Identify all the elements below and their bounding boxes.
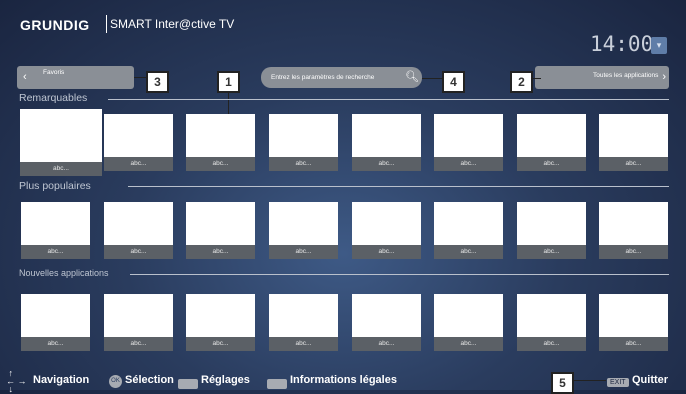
colored-key-icon xyxy=(178,375,198,393)
app-tile-caption: abc... xyxy=(517,337,586,351)
app-tile[interactable]: abc... xyxy=(434,202,503,259)
hint-settings: Réglages xyxy=(201,374,250,386)
app-tile-selected[interactable]: abc... xyxy=(20,109,102,176)
colored-key-icon xyxy=(267,375,287,393)
app-tile-caption: abc... xyxy=(599,157,668,171)
app-tile-caption: abc... xyxy=(434,157,503,171)
logo-divider xyxy=(106,15,107,33)
app-tile-caption: abc... xyxy=(21,337,90,351)
search-icon: 🔍︎ xyxy=(405,71,419,83)
exit-key-icon: EXIT xyxy=(607,374,629,392)
app-tile[interactable]: abc... xyxy=(21,202,90,259)
app-tile-caption: abc... xyxy=(269,157,338,171)
app-tile[interactable]: abc... xyxy=(186,202,255,259)
arrows-icon: ↑ ← → ↓ xyxy=(6,368,27,394)
app-tile-caption: abc... xyxy=(517,157,586,171)
app-tile-caption: abc... xyxy=(352,157,421,171)
callout-2: 2 xyxy=(510,71,533,93)
all-apps-button[interactable]: Toutes les applications › xyxy=(535,66,669,89)
app-tile-caption: abc... xyxy=(21,245,90,259)
app-tile[interactable]: abc... xyxy=(186,294,255,351)
app-tile-caption: abc... xyxy=(20,162,102,176)
app-tile-caption: abc... xyxy=(104,245,173,259)
search-placeholder: Entrez les paramètres de recherche xyxy=(271,74,375,81)
callout-line-4 xyxy=(422,78,442,79)
app-tile[interactable]: abc... xyxy=(104,294,173,351)
callout-3: 3 xyxy=(146,71,169,93)
section-divider xyxy=(128,186,669,187)
ok-button-icon: OK xyxy=(109,373,122,391)
app-title: SMART Inter@ctive TV xyxy=(110,17,235,31)
callout-line-5 xyxy=(574,380,606,381)
app-tile[interactable]: abc... xyxy=(269,294,338,351)
callout-1: 1 xyxy=(217,71,240,93)
search-input[interactable]: Entrez les paramètres de recherche 🔍︎ xyxy=(261,67,422,88)
chevron-left-icon: ‹ xyxy=(23,71,27,83)
app-tile-caption: abc... xyxy=(104,337,173,351)
app-tile[interactable]: abc... xyxy=(434,294,503,351)
app-tile[interactable]: abc... xyxy=(517,294,586,351)
app-tile-caption: abc... xyxy=(434,245,503,259)
app-tile-caption: abc... xyxy=(104,157,173,171)
app-tile-caption: abc... xyxy=(599,337,668,351)
callout-4: 4 xyxy=(442,71,465,93)
section-divider xyxy=(130,274,669,275)
app-tile-caption: abc... xyxy=(599,245,668,259)
app-tile[interactable]: abc... xyxy=(599,202,668,259)
section-title-featured: Remarquables xyxy=(19,92,88,104)
exit-key-label: EXIT xyxy=(607,378,629,388)
app-tile[interactable]: abc... xyxy=(104,202,173,259)
app-tile[interactable]: abc... xyxy=(269,202,338,259)
all-apps-label: Toutes les applications xyxy=(593,72,659,79)
hint-navigation: Navigation xyxy=(33,374,90,386)
ok-key-label: OK xyxy=(109,375,122,389)
app-tile-caption: abc... xyxy=(186,337,255,351)
callout-5: 5 xyxy=(551,372,574,394)
chevron-right-icon: › xyxy=(662,71,666,83)
app-tile[interactable]: abc... xyxy=(599,114,668,171)
clock: 14:00 xyxy=(590,32,654,56)
callout-line-3 xyxy=(134,77,146,78)
app-tile-caption: abc... xyxy=(186,157,255,171)
section-divider xyxy=(108,99,669,100)
app-tile[interactable]: abc... xyxy=(104,114,173,171)
app-tile[interactable]: abc... xyxy=(352,202,421,259)
callout-line-2 xyxy=(533,78,541,79)
hint-legal: Informations légales xyxy=(290,374,397,386)
app-tile-caption: abc... xyxy=(352,245,421,259)
grundig-logo: GRUNDIG xyxy=(20,17,90,33)
favorites-button[interactable]: ‹ Favoris xyxy=(17,66,134,89)
hint-quit: Quitter xyxy=(632,374,669,386)
app-tile-caption: abc... xyxy=(269,337,338,351)
app-tile-caption: abc... xyxy=(186,245,255,259)
app-tile[interactable]: abc... xyxy=(352,294,421,351)
app-tile-caption: abc... xyxy=(352,337,421,351)
app-tile[interactable]: abc... xyxy=(269,114,338,171)
app-tile[interactable]: abc... xyxy=(517,202,586,259)
favorites-label: Favoris xyxy=(43,69,65,76)
app-tile[interactable]: abc... xyxy=(434,114,503,171)
app-tile[interactable]: abc... xyxy=(186,114,255,171)
section-title-new: Nouvelles applications xyxy=(19,268,109,278)
wifi-icon: ▾ xyxy=(651,37,667,54)
app-tile-caption: abc... xyxy=(434,337,503,351)
app-tile-caption: abc... xyxy=(517,245,586,259)
hint-selection: Sélection xyxy=(125,374,174,386)
section-title-popular: Plus populaires xyxy=(19,180,91,192)
app-tile[interactable]: abc... xyxy=(599,294,668,351)
app-tile[interactable]: abc... xyxy=(21,294,90,351)
app-tile[interactable]: abc... xyxy=(517,114,586,171)
app-tile-caption: abc... xyxy=(269,245,338,259)
app-tile[interactable]: abc... xyxy=(352,114,421,171)
